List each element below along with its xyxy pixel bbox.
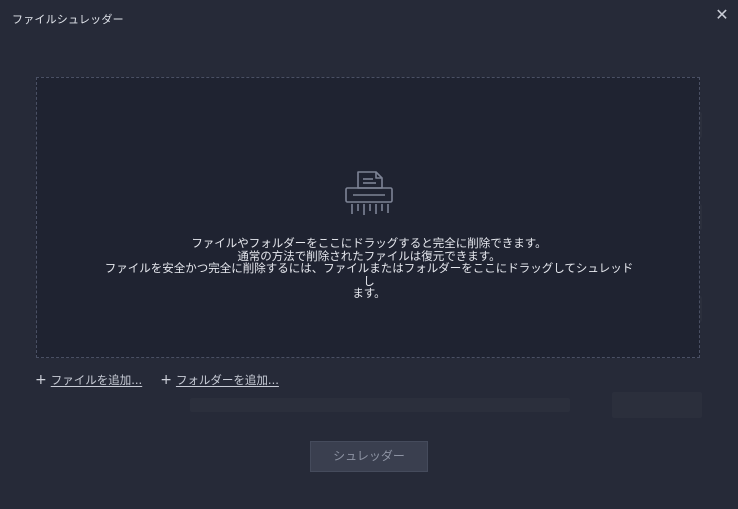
shredder-icon xyxy=(345,171,393,215)
shred-button[interactable]: シュレッダー xyxy=(310,441,428,472)
instruction-line-3: ファイルを安全かつ完全に削除するには、ファイルまたはフォルダーをここにドラッグし… xyxy=(104,261,634,288)
plus-icon: + xyxy=(35,372,47,388)
add-file-label[interactable]: ファイルを追加... xyxy=(51,372,142,388)
add-folder-link[interactable]: + フォルダーを追加... xyxy=(160,372,279,388)
add-file-link[interactable]: + ファイルを追加... xyxy=(35,372,142,388)
file-shredder-dialog: ファイルシュレッダー ✕ ファイルやフォルダーをここにドラッグすると完全に削除で… xyxy=(0,0,738,509)
add-folder-label[interactable]: フォルダーを追加... xyxy=(176,372,279,388)
close-icon[interactable]: ✕ xyxy=(714,6,730,24)
instruction-line-4: ます。 xyxy=(352,286,386,300)
plus-icon: + xyxy=(160,372,172,388)
drop-instructions: ファイルやフォルダーをここにドラッグすると完全に削除できます。 通常の方法で削除… xyxy=(100,237,638,300)
window-title: ファイルシュレッダー xyxy=(12,13,124,26)
instruction-line-1: ファイルやフォルダーをここにドラッグすると完全に削除できます。 xyxy=(191,236,547,250)
add-links: + ファイルを追加... + フォルダーを追加... xyxy=(35,372,297,388)
